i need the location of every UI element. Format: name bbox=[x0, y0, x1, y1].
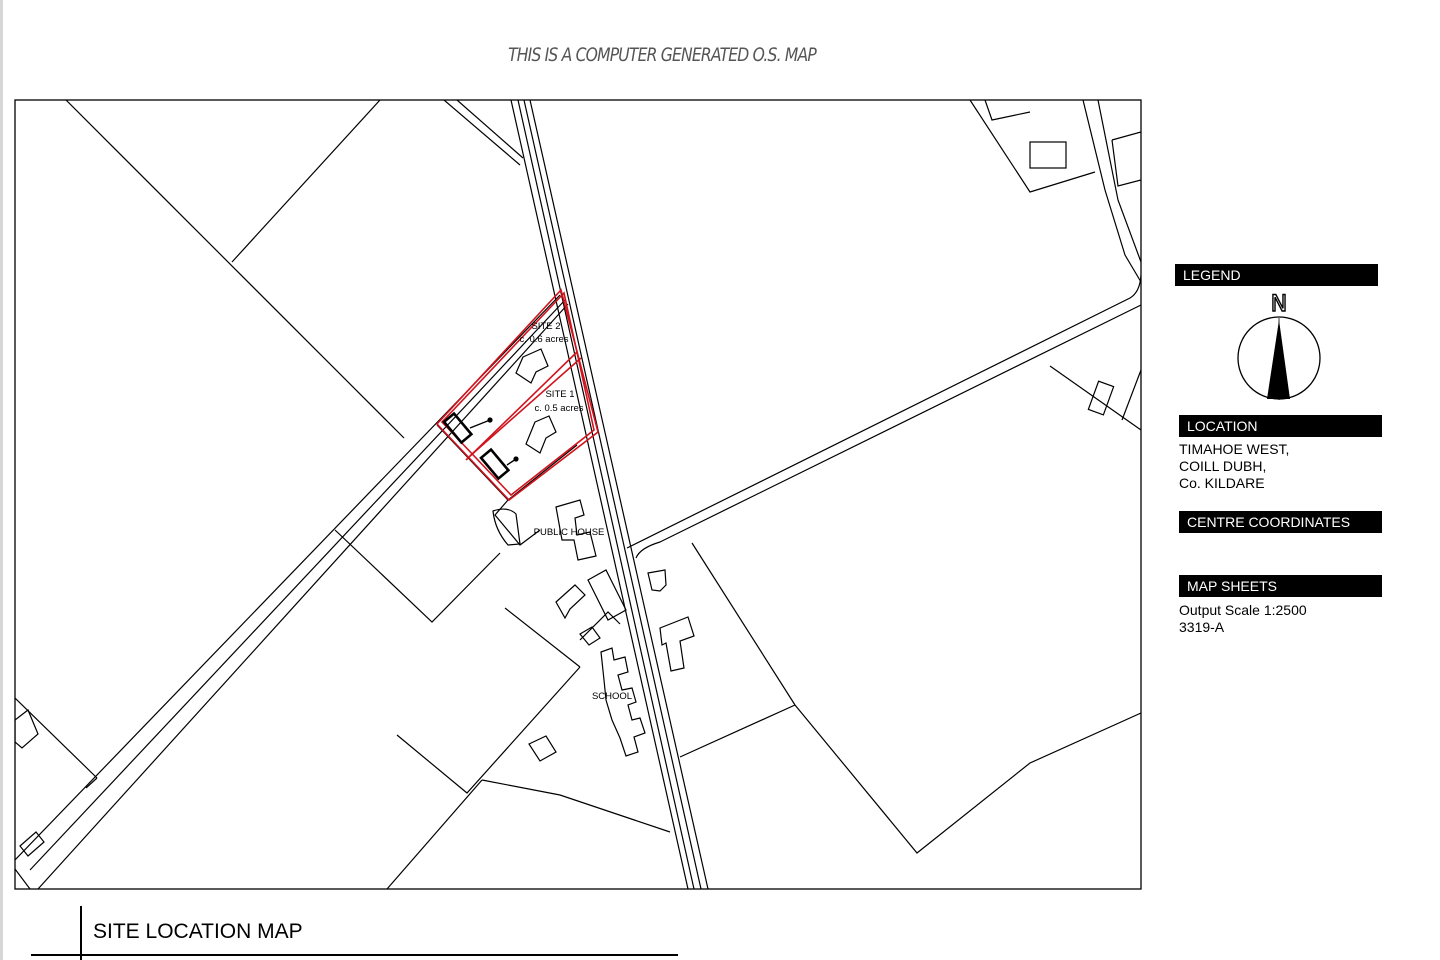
field-boundary bbox=[231, 100, 381, 263]
site-location-map-title: SITE LOCATION MAP bbox=[93, 920, 303, 943]
school-label: SCHOOL bbox=[592, 691, 632, 702]
map-sheets-heading: MAP SHEETS bbox=[1179, 575, 1382, 597]
location-line-2: COILL DUBH, bbox=[1179, 458, 1267, 474]
well-marker bbox=[513, 456, 519, 462]
location-heading: LOCATION bbox=[1179, 415, 1382, 437]
field-boundary bbox=[969, 100, 1096, 193]
well-marker bbox=[487, 417, 493, 423]
sw-road-edge-mid bbox=[29, 299, 566, 871]
driveway bbox=[469, 419, 491, 429]
field-boundary bbox=[1111, 139, 1141, 187]
field-boundary bbox=[65, 100, 405, 439]
field-boundary bbox=[1111, 131, 1141, 141]
building bbox=[525, 415, 557, 454]
main-road-edge-west bbox=[510, 100, 689, 889]
site1-name-label: SITE 1 bbox=[545, 389, 574, 400]
north-letter: N bbox=[1271, 292, 1287, 317]
map-labels: SITE 2 c. 0.6 acres SITE 1 c. 0.5 acres … bbox=[519, 321, 632, 702]
footer-vertical-rule bbox=[80, 906, 82, 960]
legend-heading: LEGEND bbox=[1175, 264, 1378, 286]
main-road-edge-east bbox=[529, 100, 709, 889]
building bbox=[555, 584, 586, 620]
field-boundary bbox=[794, 704, 1141, 854]
location-block: TIMAHOE WEST, COILL DUBH, Co. KILDARE bbox=[1179, 441, 1289, 492]
building bbox=[1087, 380, 1115, 416]
ne-road-edge-south bbox=[635, 304, 1141, 559]
building bbox=[647, 569, 667, 592]
main-road-edge-mid bbox=[517, 100, 695, 889]
footer-horizontal-rule bbox=[31, 954, 678, 956]
map-sheets-block: Output Scale 1:2500 3319-A bbox=[1179, 602, 1307, 636]
field-boundary bbox=[1082, 100, 1141, 283]
building bbox=[528, 735, 557, 762]
sheet-number: 3319-A bbox=[1179, 619, 1225, 635]
location-line-3: Co. KILDARE bbox=[1179, 475, 1265, 491]
site1-area-label: c. 0.5 acres bbox=[534, 403, 583, 414]
building bbox=[19, 831, 45, 857]
proposed-dwelling-site2 bbox=[442, 411, 474, 445]
ne-road-edge-north bbox=[626, 274, 1141, 549]
building bbox=[659, 616, 695, 672]
north-arrow: N bbox=[1237, 291, 1321, 400]
field-boundary bbox=[1049, 365, 1141, 431]
building bbox=[515, 348, 549, 384]
field-boundary bbox=[1121, 369, 1141, 421]
field-boundary bbox=[481, 779, 671, 833]
field-boundary bbox=[334, 529, 501, 623]
field-boundary bbox=[691, 542, 796, 706]
school-building bbox=[600, 647, 646, 757]
map-linework bbox=[15, 100, 1141, 889]
field-boundary bbox=[85, 777, 98, 789]
output-scale: Output Scale 1:2500 bbox=[1179, 602, 1307, 618]
public-house-label: PUBLIC HOUSE bbox=[534, 527, 605, 538]
field-boundary bbox=[386, 779, 483, 889]
building bbox=[15, 709, 39, 749]
field-boundary bbox=[504, 607, 581, 668]
field-boundary bbox=[984, 100, 1031, 121]
plot-boundary bbox=[436, 424, 578, 501]
field-boundary bbox=[679, 704, 796, 758]
main-road-edge-mid2 bbox=[523, 100, 702, 889]
sw-road-edge-south bbox=[37, 303, 569, 889]
field-boundary bbox=[15, 868, 31, 889]
site2-area-label: c. 0.6 acres bbox=[519, 334, 568, 345]
centre-coordinates-heading: CENTRE COORDINATES bbox=[1179, 511, 1382, 533]
location-line-1: TIMAHOE WEST, bbox=[1179, 441, 1290, 457]
field-boundary bbox=[396, 666, 581, 794]
field-boundary bbox=[443, 100, 521, 166]
site2-name-label: SITE 2 bbox=[531, 321, 560, 332]
building bbox=[1029, 141, 1067, 169]
